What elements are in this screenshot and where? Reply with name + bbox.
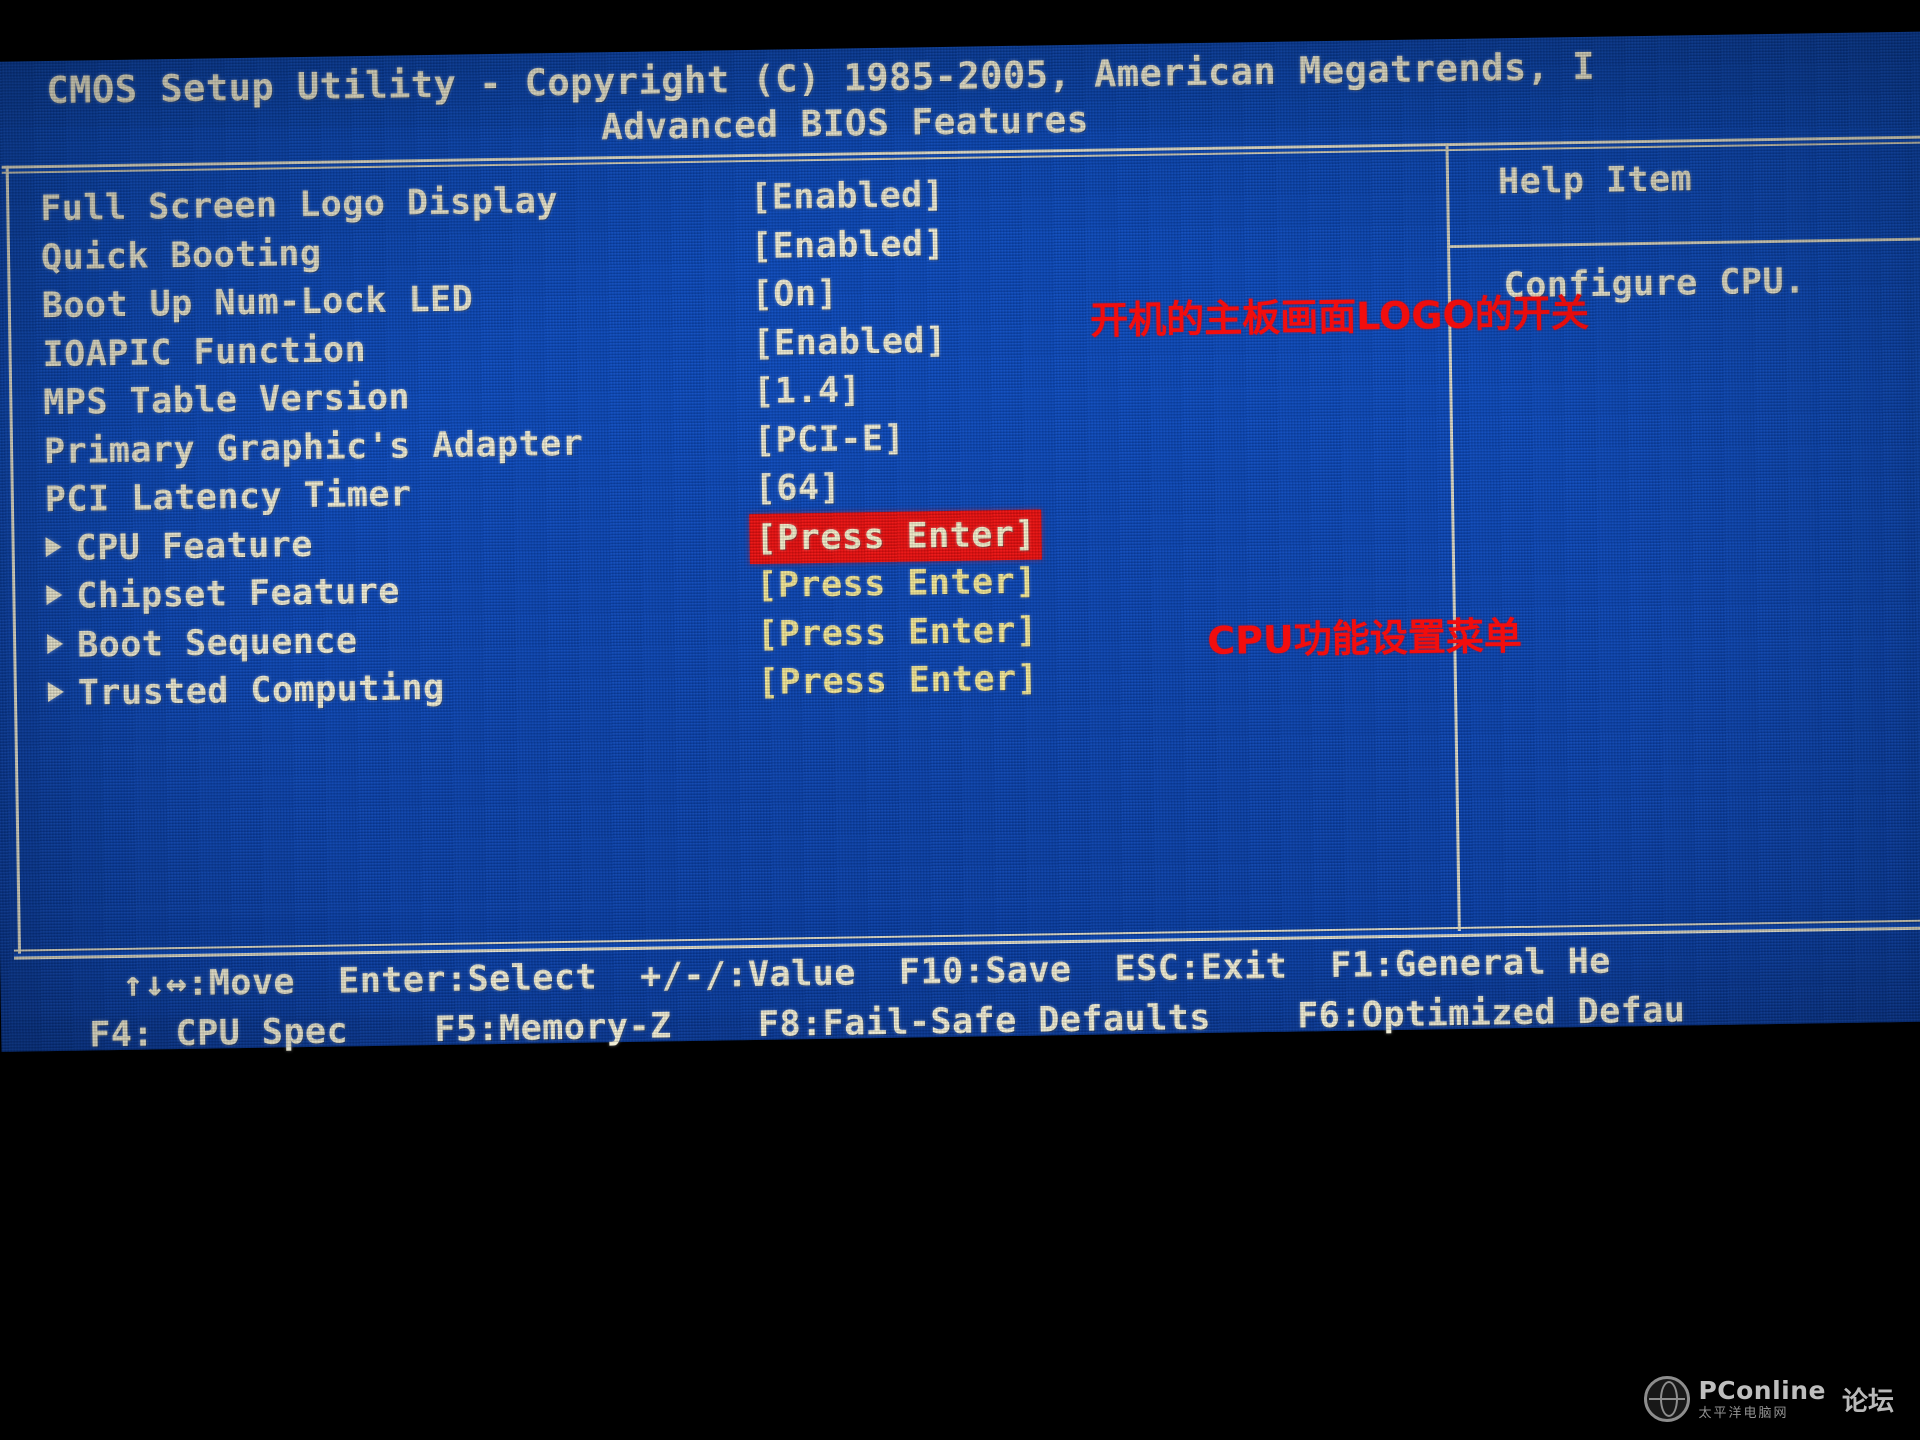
bios-option-row-cpu-feature[interactable]: CPU Feature [Press Enter] <box>45 508 1043 573</box>
bios-option-row[interactable]: Quick Booting [Enabled] <box>41 223 946 282</box>
option-label: Boot Sequence <box>46 617 358 670</box>
annotation-cpu-menu: CPU功能设置菜单 <box>1206 613 1523 663</box>
submenu-arrow-icon <box>47 681 65 703</box>
bios-option-row-chipset-feature[interactable]: Chipset Feature [Press Enter] <box>46 562 1037 621</box>
option-value[interactable]: [1.4] <box>753 366 862 416</box>
option-value[interactable]: [Enabled] <box>752 316 947 368</box>
option-label: Boot Up Num-Lock LED <box>41 279 474 327</box>
watermark-text: PConline 太平洋电脑网 <box>1698 1378 1826 1420</box>
watermark-forum-label: 论坛 <box>1841 1386 1894 1417</box>
bios-option-row[interactable]: PCI Latency Timer [64] <box>45 468 842 524</box>
option-label: IOAPIC Function <box>42 329 367 375</box>
option-value[interactable]: [Press Enter] <box>757 655 1039 708</box>
option-label-text: Trusted Computing <box>77 667 445 714</box>
pconline-watermark: PConline 太平洋电脑网 论坛 <box>1644 1376 1894 1422</box>
bios-setup-utility: CMOS Setup Utility - Copyright (C) 1985-… <box>0 32 1920 1055</box>
option-label-text: Boot Sequence <box>76 620 358 666</box>
watermark-logo: PConline 太平洋电脑网 <box>1644 1376 1826 1422</box>
option-label: PCI Latency Timer <box>44 474 412 521</box>
bios-option-row[interactable]: Boot Up Num-Lock LED [On] <box>41 274 839 330</box>
option-value[interactable]: [On] <box>751 270 838 320</box>
option-label: Chipset Feature <box>46 568 400 622</box>
bios-option-row-boot-sequence[interactable]: Boot Sequence [Press Enter] <box>46 610 1038 670</box>
option-value[interactable]: [64] <box>754 464 841 514</box>
page-subtitle: Advanced BIOS Features <box>600 99 1090 149</box>
option-value[interactable]: [Enabled] <box>750 171 945 223</box>
annotation-logo-switch: 开机的主板画面LOGO的开关 <box>1089 290 1590 343</box>
option-value[interactable]: [PCI-E] <box>754 414 906 465</box>
option-label: Quick Booting <box>40 233 322 278</box>
bios-option-row-trusted-computing[interactable]: Trusted Computing [Press Enter] <box>47 659 1039 718</box>
bios-option-row[interactable]: Primary Graphic's Adapter [PCI-E] <box>44 418 906 476</box>
option-label: MPS Table Version <box>43 377 411 424</box>
globe-icon <box>1644 1376 1691 1422</box>
option-label: CPU Feature <box>45 520 313 573</box>
option-label: Full Screen Logo Display <box>40 181 559 230</box>
submenu-arrow-icon <box>45 536 62 557</box>
submenu-arrow-icon <box>46 633 64 654</box>
option-label: Primary Graphic's Adapter <box>43 423 584 472</box>
watermark-brand: PConline <box>1698 1376 1826 1405</box>
submenu-arrow-icon <box>46 584 63 606</box>
option-value[interactable]: [Enabled] <box>751 219 946 271</box>
bios-option-row[interactable]: IOAPIC Function [Enabled] <box>42 320 947 379</box>
option-label-text: CPU Feature <box>75 524 314 569</box>
option-value[interactable]: [Press Enter] <box>756 558 1037 611</box>
bios-option-row[interactable]: MPS Table Version [1.4] <box>43 370 861 427</box>
bios-screen-photo: CMOS Setup Utility - Copyright (C) 1985-… <box>0 0 1920 1440</box>
help-panel-title: Help Item <box>1497 159 1693 203</box>
monitor-panel: CMOS Setup Utility - Copyright (C) 1985-… <box>0 31 1920 1055</box>
watermark-tagline: 太平洋电脑网 <box>1698 1406 1789 1421</box>
option-label-text: Chipset Feature <box>76 571 401 617</box>
option-label: Trusted Computing <box>47 664 445 719</box>
option-value[interactable]: [Press Enter] <box>757 606 1038 659</box>
bios-option-row[interactable]: Full Screen Logo Display [Enabled] <box>40 175 945 233</box>
option-value-selected[interactable]: [Press Enter] <box>749 508 1043 565</box>
